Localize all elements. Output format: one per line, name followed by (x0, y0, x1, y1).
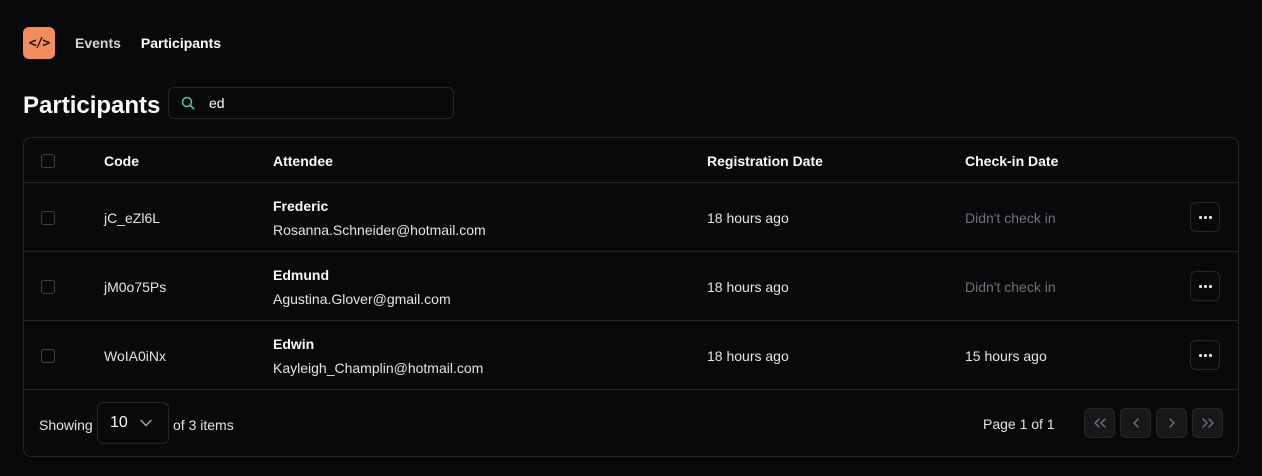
checkin-date: 15 hours ago (965, 348, 1047, 364)
top-nav: </> Events Participants (23, 27, 221, 59)
attendee-name: Edwin (273, 336, 315, 352)
search-icon (181, 96, 195, 110)
items-count: of 3 items (173, 417, 234, 433)
row-checkbox[interactable] (41, 211, 55, 225)
column-header-code: Code (104, 153, 139, 169)
last-page-button[interactable] (1192, 408, 1223, 438)
checkin-date: Didn't check in (965, 279, 1056, 295)
showing-label: Showing (39, 417, 93, 433)
column-header-checkin-date: Check-in Date (965, 153, 1059, 169)
attendee-email: Rosanna.Schneider@hotmail.com (273, 222, 486, 238)
registration-date: 18 hours ago (707, 348, 789, 364)
checkin-date: Didn't check in (965, 210, 1056, 226)
more-icon (1198, 215, 1202, 219)
more-icon (1208, 353, 1212, 357)
page-title: Participants (23, 92, 161, 119)
row-actions-button[interactable] (1190, 202, 1220, 232)
select-all-checkbox[interactable] (41, 154, 55, 168)
registration-date: 18 hours ago (707, 210, 789, 226)
chevrons-right-icon (1201, 418, 1214, 428)
more-icon (1203, 215, 1207, 219)
row-actions-button[interactable] (1190, 340, 1220, 370)
column-header-attendee: Attendee (273, 153, 333, 169)
table-row: WoIA0iNx Edwin Kayleigh_Champlin@hotmail… (24, 321, 1238, 390)
attendee-email: Kayleigh_Champlin@hotmail.com (273, 360, 484, 376)
table-footer: Showing 10 of 3 items Page 1 of 1 (24, 390, 1238, 456)
more-icon (1198, 353, 1202, 357)
more-icon (1208, 284, 1212, 288)
nav-link-participants[interactable]: Participants (141, 35, 221, 51)
attendee-name: Frederic (273, 198, 329, 214)
first-page-button[interactable] (1084, 408, 1115, 438)
attendee-email: Agustina.Glover@gmail.com (273, 291, 451, 307)
page-indicator: Page 1 of 1 (983, 416, 1055, 432)
more-icon (1208, 215, 1212, 219)
logo[interactable]: </> (23, 27, 55, 59)
nav-link-events[interactable]: Events (75, 35, 121, 51)
table-row: jM0o75Ps Edmund Agustina.Glover@gmail.co… (24, 252, 1238, 321)
chevron-left-icon (1132, 418, 1139, 428)
chevrons-left-icon (1093, 418, 1106, 428)
more-icon (1198, 284, 1202, 288)
participant-code: jM0o75Ps (104, 279, 167, 295)
table-row: jC_eZl6L Frederic Rosanna.Schneider@hotm… (24, 183, 1238, 252)
more-icon (1203, 284, 1207, 288)
page-size-value: 10 (110, 414, 128, 431)
search-box[interactable] (168, 87, 454, 119)
row-checkbox[interactable] (41, 349, 55, 363)
attendee-name: Edmund (273, 267, 329, 283)
registration-date: 18 hours ago (707, 279, 789, 295)
participant-code: jC_eZl6L (104, 210, 161, 226)
participants-table: Code Attendee Registration Date Check-in… (23, 137, 1239, 457)
row-actions-button[interactable] (1190, 271, 1220, 301)
row-checkbox[interactable] (41, 280, 55, 294)
chevron-right-icon (1168, 418, 1175, 428)
page-size-select[interactable]: 10 (97, 402, 169, 444)
next-page-button[interactable] (1156, 408, 1187, 438)
chevron-down-icon (140, 419, 152, 427)
search-input[interactable] (207, 94, 441, 112)
participant-code: WoIA0iNx (104, 348, 166, 364)
previous-page-button[interactable] (1120, 408, 1151, 438)
more-icon (1203, 353, 1207, 357)
column-header-registration-date: Registration Date (707, 153, 823, 169)
table-header: Code Attendee Registration Date Check-in… (24, 138, 1238, 183)
